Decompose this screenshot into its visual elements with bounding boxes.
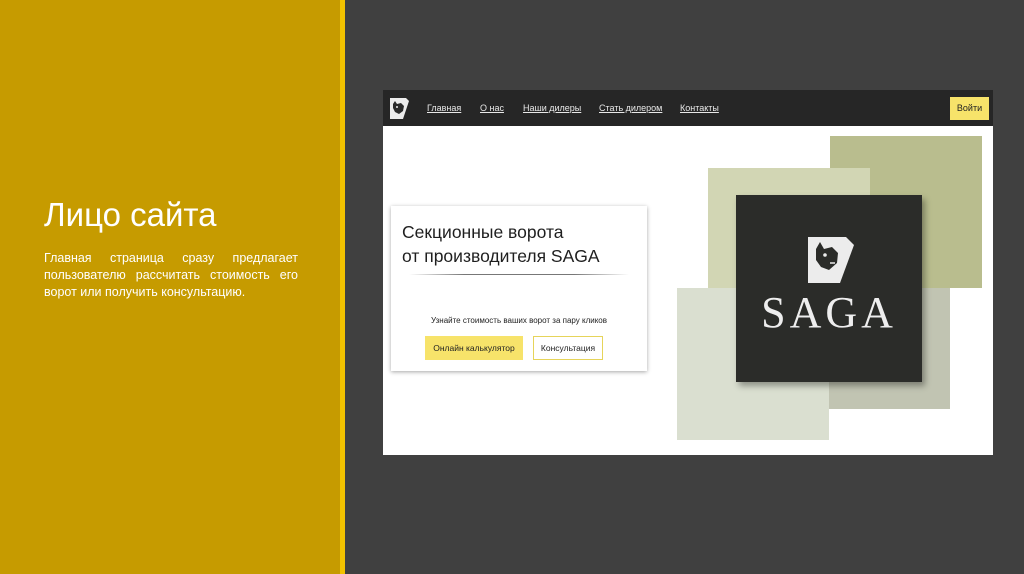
consultation-button[interactable]: Консультация (533, 336, 603, 360)
hero-title-line-1: Секционные ворота (402, 222, 564, 242)
dog-head-logo-icon (808, 237, 854, 283)
dog-head-logo-icon[interactable] (387, 95, 411, 121)
accent-stripe (340, 0, 345, 574)
brand-wordmark: SAGA (761, 288, 897, 337)
login-button[interactable]: Войти (950, 97, 989, 120)
nav-link-about[interactable]: О нас (480, 103, 504, 113)
hero-divider (409, 274, 629, 275)
nav-link-contacts[interactable]: Контакты (680, 103, 719, 113)
online-calculator-button[interactable]: Онлайн калькулятор (425, 336, 523, 360)
hero-card: Секционные ворота от производителя SAGA … (391, 206, 647, 371)
brand-logo-panel: SAGA (736, 195, 922, 382)
hero-title-line-2: от производителя SAGA (402, 246, 600, 266)
site-navbar: Главная О нас Наши дилеры Стать дилером … (383, 90, 993, 126)
nav-link-home[interactable]: Главная (427, 103, 461, 113)
slide-title: Лицо сайта (44, 196, 217, 233)
nav-link-become-dealer[interactable]: Стать дилером (599, 103, 662, 113)
slide-description: Главная страница сразу предлагает пользо… (44, 251, 298, 299)
nav-link-dealers[interactable]: Наши дилеры (523, 103, 581, 113)
website-screenshot: Главная О нас Наши дилеры Стать дилером … (383, 90, 993, 455)
hero-title: Секционные ворота от производителя SAGA (402, 220, 642, 268)
hero-subtitle: Узнайте стоимость ваших ворот за пару кл… (430, 316, 608, 325)
